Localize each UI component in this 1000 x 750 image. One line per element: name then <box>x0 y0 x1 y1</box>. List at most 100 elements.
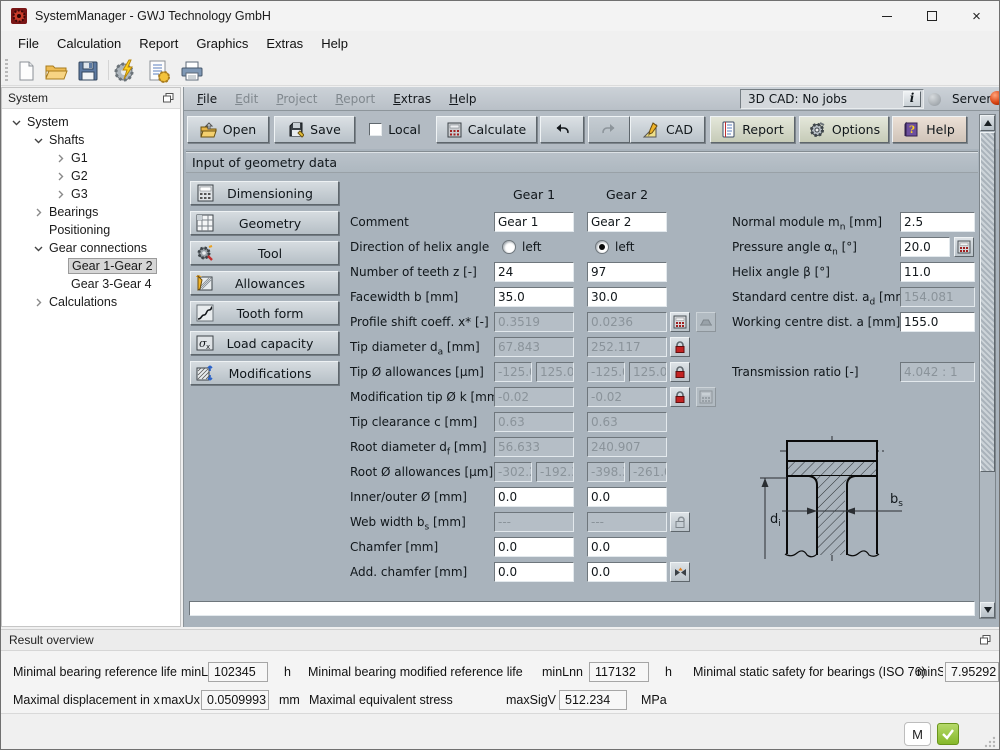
nav-modifications-button[interactable]: Modifications <box>190 361 339 385</box>
menu-calculation[interactable]: Calculation <box>48 33 130 54</box>
tree-item-positioning[interactable]: Positioning <box>2 221 180 239</box>
minimize-button[interactable] <box>864 1 909 31</box>
helix-left-radio-gear2[interactable] <box>595 240 609 254</box>
vertical-scrollbar[interactable] <box>979 114 996 619</box>
float-panel-icon[interactable] <box>163 93 174 103</box>
print-button[interactable] <box>179 58 205 83</box>
helix-left-radio-gear1[interactable] <box>502 240 516 254</box>
tree-item-g2[interactable]: G2 <box>2 167 180 185</box>
menu-graphics[interactable]: Graphics <box>187 33 257 54</box>
tree-item-shafts[interactable]: Shafts <box>2 131 180 149</box>
working-centre-distance-field[interactable]: 155.0 <box>900 312 975 332</box>
chamfer-gear1-field[interactable]: 0.0 <box>494 537 574 557</box>
local-checkbox[interactable] <box>369 123 382 136</box>
inner-outer-gear2-field[interactable]: 0.0 <box>587 487 667 507</box>
pressure-angle-calculator-button[interactable] <box>954 237 974 257</box>
menu-file[interactable]: File <box>9 33 48 54</box>
chamfer-gear2-field[interactable]: 0.0 <box>587 537 667 557</box>
scroll-down-button[interactable] <box>980 602 995 618</box>
menu-report[interactable]: Report <box>130 33 187 54</box>
result-unit: h <box>665 665 672 679</box>
chevron-right-icon[interactable] <box>52 190 68 199</box>
open-file-button[interactable] <box>43 58 69 83</box>
modification-tip-lock-button[interactable] <box>670 387 690 407</box>
chevron-down-icon[interactable] <box>30 136 46 145</box>
tree-item-system[interactable]: System <box>2 113 180 131</box>
add-chamfer-gear1-field[interactable]: 0.0 <box>494 562 574 582</box>
redo-button <box>588 116 630 143</box>
report-settings-button[interactable] <box>146 58 172 83</box>
report-button[interactable]: Report <box>710 116 795 143</box>
normal-module-field[interactable]: 2.5 <box>900 212 975 232</box>
local-checkbox-group[interactable]: Local <box>360 116 430 143</box>
app-menu-extras[interactable]: Extras <box>384 88 440 110</box>
calculate-button[interactable]: Calculate <box>436 116 537 143</box>
cad-info-button[interactable]: i <box>903 91 921 107</box>
resize-grip[interactable] <box>983 735 997 749</box>
app-menubar: File Edit Project Report Extras Help 3D … <box>184 87 1000 111</box>
add-chamfer-detail-button[interactable] <box>670 562 690 582</box>
scroll-up-button[interactable] <box>980 115 995 131</box>
options-button[interactable]: Options <box>799 116 889 143</box>
save-button[interactable]: Save <box>274 116 355 143</box>
nav-allowances-button[interactable]: Allowances <box>190 271 339 295</box>
nav-load-capacity-button[interactable]: σxLoad capacity <box>190 331 339 355</box>
tree-item-gear1-gear2[interactable]: Gear 1-Gear 2 <box>2 257 180 275</box>
cad-status-indicator <box>928 93 941 106</box>
root-diameter-gear1-field: 56.633 <box>494 437 574 457</box>
chevron-down-icon[interactable] <box>30 244 46 253</box>
tree-item-bearings[interactable]: Bearings <box>2 203 180 221</box>
tip-diameter-lock-button[interactable] <box>670 337 690 357</box>
float-panel-icon[interactable] <box>980 635 991 645</box>
teeth-gear2-field[interactable]: 97 <box>587 262 667 282</box>
app-menu-file[interactable]: File <box>188 88 226 110</box>
app-menu-project: Project <box>267 88 326 110</box>
helix-angle-field[interactable]: 11.0 <box>900 262 975 282</box>
open-button[interactable]: Open <box>187 116 269 143</box>
menu-help[interactable]: Help <box>312 33 357 54</box>
nav-geometry-button[interactable]: Geometry <box>190 211 339 235</box>
status-ok-button[interactable] <box>937 723 959 745</box>
new-document-button[interactable] <box>13 58 39 83</box>
tree-item-gear-connections[interactable]: Gear connections <box>2 239 180 257</box>
nav-tool-button[interactable]: Tool <box>190 241 339 265</box>
help-button[interactable]: ?Help <box>892 116 967 143</box>
tip-allowances-lock-button[interactable] <box>670 362 690 382</box>
chevron-right-icon[interactable] <box>52 154 68 163</box>
maximize-icon <box>927 11 937 21</box>
comment-gear2-field[interactable]: Gear 2 <box>587 212 667 232</box>
save-button[interactable] <box>75 58 101 83</box>
tree-item-g3[interactable]: G3 <box>2 185 180 203</box>
maximize-button[interactable] <box>909 1 954 31</box>
menu-extras[interactable]: Extras <box>257 33 312 54</box>
calculation-button[interactable] <box>113 58 139 83</box>
result-value-field: 0.0509993 <box>201 690 269 710</box>
chevron-right-icon[interactable] <box>30 298 46 307</box>
result-unit: mm <box>279 693 300 707</box>
profile-shift-calculator-button[interactable] <box>670 312 690 332</box>
mode-button[interactable]: M <box>904 722 931 746</box>
undo-button[interactable] <box>540 116 584 143</box>
scrollbar-thumb[interactable] <box>980 132 995 472</box>
add-chamfer-gear2-field[interactable]: 0.0 <box>587 562 667 582</box>
app-menu-help[interactable]: Help <box>440 88 485 110</box>
selected-tree-item[interactable]: Gear 1-Gear 2 <box>68 258 157 274</box>
comment-gear1-field[interactable]: Gear 1 <box>494 212 574 232</box>
pressure-angle-field[interactable]: 20.0 <box>900 237 950 257</box>
tree-item-gear3-gear4[interactable]: Gear 3-Gear 4 <box>2 275 180 293</box>
inner-outer-gear1-field[interactable]: 0.0 <box>494 487 574 507</box>
web-width-lock-button[interactable] <box>670 512 690 532</box>
chevron-down-icon[interactable] <box>8 118 24 127</box>
cad-button[interactable]: CAD <box>630 116 705 143</box>
facewidth-gear1-field[interactable]: 35.0 <box>494 287 574 307</box>
chevron-right-icon[interactable] <box>52 172 68 181</box>
tree-item-calculations[interactable]: Calculations <box>2 293 180 311</box>
tree-item-g1[interactable]: G1 <box>2 149 180 167</box>
nav-dimensioning-button[interactable]: Dimensioning <box>190 181 339 205</box>
facewidth-gear2-field[interactable]: 30.0 <box>587 287 667 307</box>
minimize-icon <box>882 16 892 17</box>
chevron-right-icon[interactable] <box>30 208 46 217</box>
nav-tooth-form-button[interactable]: Tooth form <box>190 301 339 325</box>
close-button[interactable]: × <box>954 1 999 31</box>
teeth-gear1-field[interactable]: 24 <box>494 262 574 282</box>
